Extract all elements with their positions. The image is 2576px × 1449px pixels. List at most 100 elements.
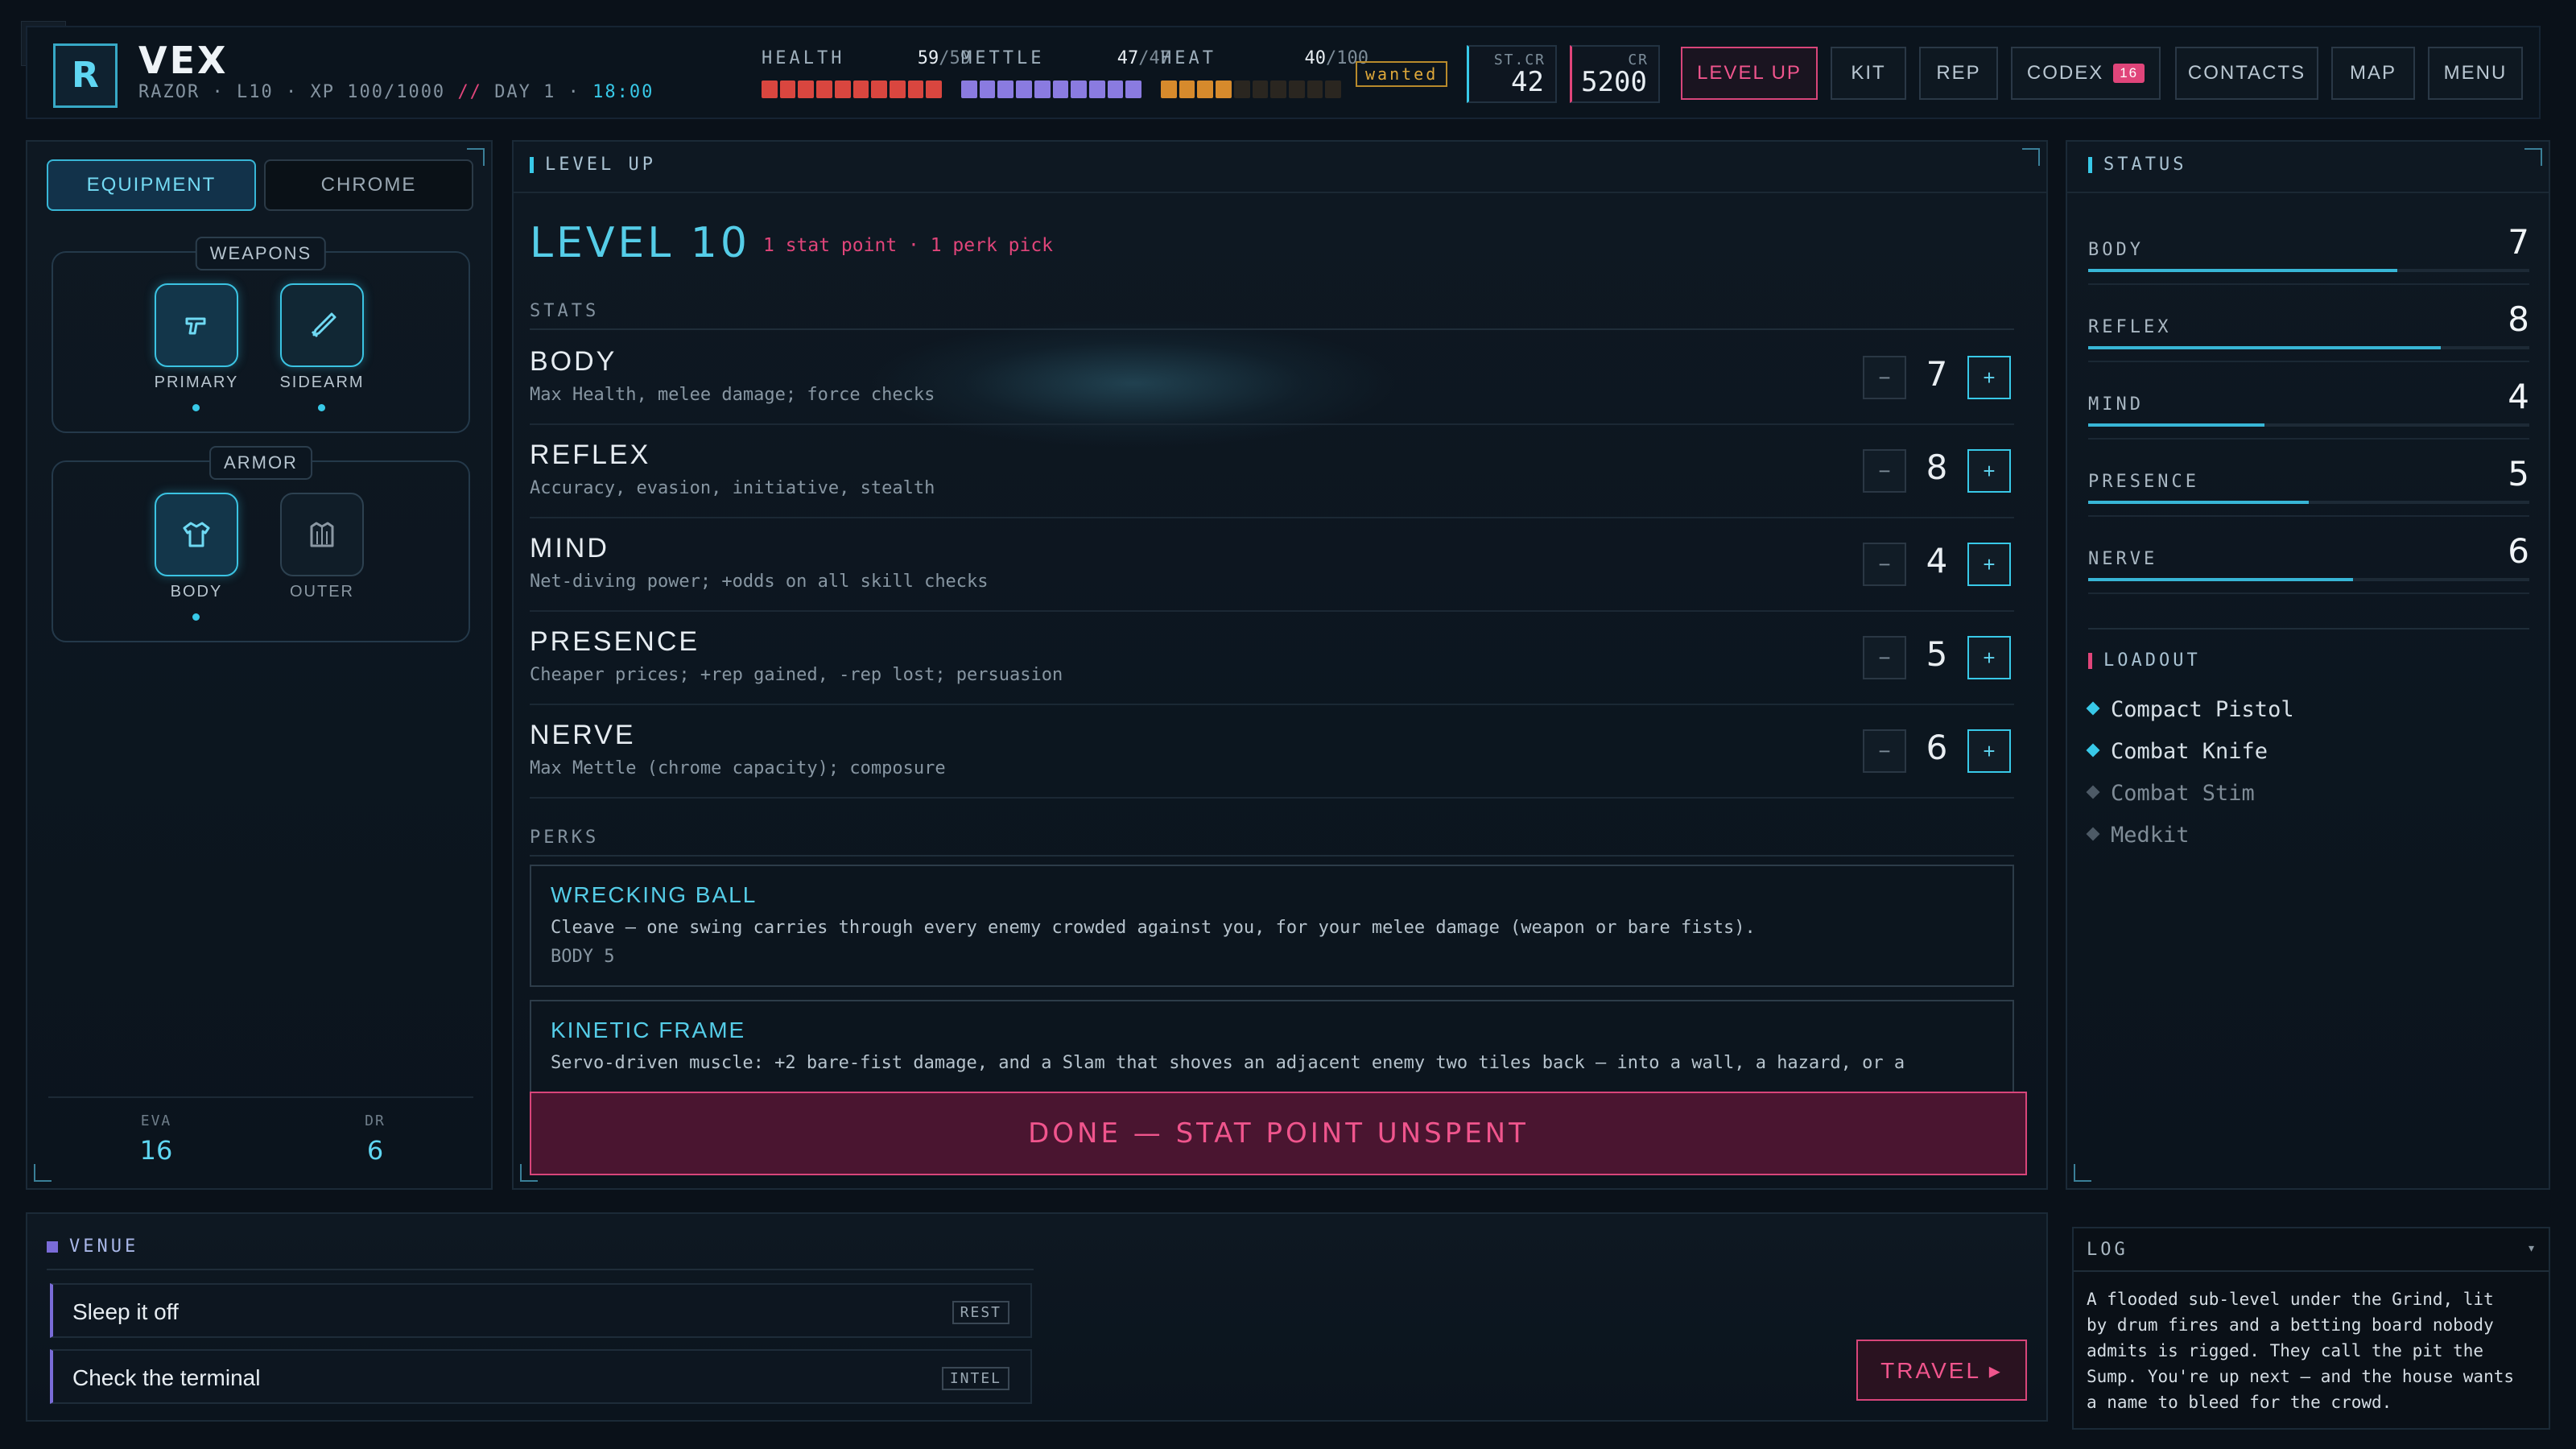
loadout-item[interactable]: Combat Knife [2086, 739, 2268, 764]
venue-action-rest[interactable]: Sleep it off REST [50, 1283, 1032, 1338]
status-stat-name: BODY [2088, 240, 2144, 260]
status-stat-presence: PRESENCE 5 [2088, 440, 2529, 517]
done-button[interactable]: DONE — STAT POINT UNSPENT [530, 1092, 2027, 1175]
perk-card-wrecking-ball[interactable]: WRECKING BALL Cleave — one swing carries… [530, 865, 2014, 987]
venue-action-tag: REST [952, 1301, 1009, 1324]
codex-count-badge: 16 [2113, 64, 2145, 83]
map-button[interactable]: MAP [2331, 47, 2415, 100]
stat-increase-button[interactable]: + [1967, 356, 2011, 399]
street-credits-box: ST.CR 42 [1467, 45, 1557, 103]
outer-armor-slot[interactable] [280, 493, 364, 576]
status-title-text: STATUS [2103, 155, 2187, 175]
level-up-button[interactable]: LEVEL UP [1681, 47, 1818, 100]
primary-label: PRIMARY [154, 374, 239, 391]
loadout-item-name: Combat Stim [2111, 781, 2255, 806]
status-title: STATUS [2088, 155, 2186, 175]
status-stat-track [2088, 501, 2529, 504]
level-points: 1 stat point · 1 perk pick [763, 235, 1054, 256]
mettle-bar [961, 80, 1142, 98]
venue-action-intel[interactable]: Check the terminal INTEL [50, 1349, 1032, 1404]
stat-row-reflex: REFLEX Accuracy, evasion, initiative, ste… [530, 425, 2014, 518]
level-up-panel-title-text: LEVEL UP [545, 155, 656, 175]
body-armor-label: BODY [170, 583, 223, 601]
bar-segment [1270, 80, 1286, 98]
contacts-button[interactable]: CONTACTS [2175, 47, 2318, 100]
status-stat-fill [2088, 269, 2397, 272]
stat-name: REFLEX [530, 440, 651, 470]
status-stat-value: 5 [2508, 454, 2529, 493]
log-line: A flooded sub-level under the Grind, lit [2087, 1290, 2494, 1309]
loadout-item[interactable]: Medkit [2086, 823, 2190, 848]
bar-segment [798, 80, 815, 98]
menu-button[interactable]: MENU [2428, 47, 2523, 100]
bar-segment [1252, 80, 1269, 98]
status-stat-track [2088, 269, 2529, 272]
stat-description: Max Mettle (chrome capacity); composure [530, 758, 946, 778]
status-stat-track [2088, 578, 2529, 581]
health-current: 59 [917, 48, 939, 68]
bar-segment [1288, 80, 1305, 98]
loadout-item[interactable]: Combat Stim [2086, 781, 2255, 806]
tab-chrome[interactable]: CHROME [264, 159, 473, 211]
health-bar [762, 80, 943, 98]
bar-segment [907, 80, 924, 98]
mettle-label: METTLE [961, 48, 1045, 68]
status-stat-mind: MIND 4 [2088, 362, 2529, 440]
status-stat-value: 4 [2508, 377, 2529, 416]
rep-button[interactable]: REP [1919, 47, 1998, 100]
shirt-icon [183, 522, 210, 547]
stat-decrease-button[interactable]: − [1863, 356, 1906, 399]
travel-button[interactable]: TRAVEL ▸ [1856, 1340, 2027, 1401]
diamond-icon [2086, 743, 2100, 757]
level-up-panel: LEVEL UP LEVEL 10 1 stat point · 1 perk … [512, 140, 2048, 1190]
stat-decrease-button[interactable]: − [1863, 449, 1906, 493]
bar-segment [1034, 80, 1051, 98]
venue-panel: VENUE Sleep it off REST Check the termin… [26, 1212, 2048, 1422]
sidearm-weapon-slot[interactable] [280, 283, 364, 367]
log-title: LOG [2087, 1240, 2128, 1260]
stat-decrease-button[interactable]: − [1863, 729, 1906, 773]
stat-decrease-button[interactable]: − [1863, 636, 1906, 679]
loadout-item[interactable]: Compact Pistol [2086, 697, 2294, 722]
stat-name: BODY [530, 346, 617, 377]
log-text: A flooded sub-level under the Grind, lit… [2087, 1286, 2514, 1415]
stat-value: 8 [1926, 448, 1948, 487]
perk-requirement: BODY 5 [551, 947, 615, 967]
status-stat-nerve: NERVE 6 [2088, 517, 2529, 594]
body-armor-slot[interactable] [155, 493, 238, 576]
bar-segment [1307, 80, 1323, 98]
stat-increase-button[interactable]: + [1967, 543, 2011, 586]
loadout-item-name: Medkit [2111, 823, 2190, 848]
pistol-icon [185, 317, 206, 335]
log-line: Sump. You're up next — and the house wan… [2087, 1367, 2515, 1386]
bar-segment [889, 80, 906, 98]
stat-description: Net-diving power; +odds on all skill che… [530, 572, 989, 592]
stat-decrease-button[interactable]: − [1863, 543, 1906, 586]
codex-button[interactable]: CODEX 16 [2011, 47, 2161, 100]
status-stat-value: 6 [2508, 531, 2529, 571]
stat-increase-button[interactable]: + [1967, 449, 2011, 493]
level-up-panel-title: LEVEL UP [530, 155, 656, 175]
eva-label: EVA [140, 1113, 172, 1129]
health-value: 59/59 [887, 48, 971, 68]
bar-segment [779, 80, 796, 98]
bar-segment [926, 80, 943, 98]
credits-value: 5200 [1581, 66, 1647, 98]
bar-segment [1216, 80, 1232, 98]
separator: // [457, 82, 482, 102]
tab-equipment[interactable]: EQUIPMENT [47, 159, 256, 211]
bar-segment [852, 80, 869, 98]
perk-card-kinetic-frame[interactable]: KINETIC FRAME Servo-driven muscle: +2 ba… [530, 1000, 2014, 1096]
bar-segment [1233, 80, 1250, 98]
stat-increase-button[interactable]: + [1967, 729, 2011, 773]
wanted-badge: wanted [1356, 61, 1448, 87]
log-collapse-icon[interactable]: ▾ [2527, 1240, 2536, 1257]
loadout-item-name: Compact Pistol [2111, 697, 2294, 722]
weapons-group: WEAPONS PRIMARY SIDEARM [52, 237, 470, 433]
stat-name: PRESENCE [530, 626, 700, 657]
day-label: DAY 1 [494, 82, 556, 102]
primary-weapon-slot[interactable] [155, 283, 238, 367]
armor-group: ARMOR BODY OUTER [52, 446, 470, 642]
stat-increase-button[interactable]: + [1967, 636, 2011, 679]
kit-button[interactable]: KIT [1831, 47, 1906, 100]
